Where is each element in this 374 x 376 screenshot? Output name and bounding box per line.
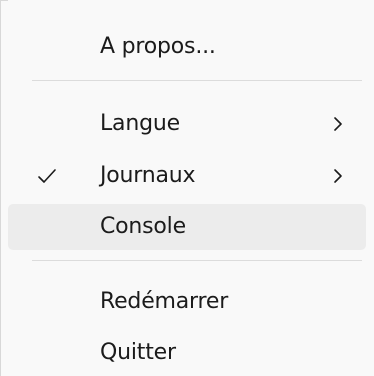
menu-item-label: Quitter	[100, 340, 176, 365]
menu-item-console[interactable]: Console	[8, 204, 366, 250]
menu-item-logs[interactable]: Journaux	[0, 153, 374, 199]
checkmark-icon	[38, 169, 56, 183]
menu-separator	[32, 80, 362, 81]
menu-item-restart[interactable]: Redémarrer	[0, 279, 374, 325]
menu-item-language[interactable]: Langue	[0, 101, 374, 147]
menu-item-label: Console	[100, 214, 186, 239]
menu-item-label: Redémarrer	[100, 289, 229, 314]
menu-item-quit[interactable]: Quitter	[0, 330, 374, 376]
menu-border-top	[0, 0, 8, 1]
context-menu: A propos... Langue Journaux Console Redé…	[0, 0, 374, 376]
menu-item-label: A propos...	[100, 34, 216, 59]
chevron-right-icon	[334, 169, 342, 183]
menu-item-about[interactable]: A propos...	[0, 24, 374, 70]
menu-item-label: Langue	[100, 111, 180, 136]
chevron-right-icon	[334, 117, 342, 131]
menu-item-label: Journaux	[100, 163, 196, 188]
menu-separator	[32, 260, 362, 261]
